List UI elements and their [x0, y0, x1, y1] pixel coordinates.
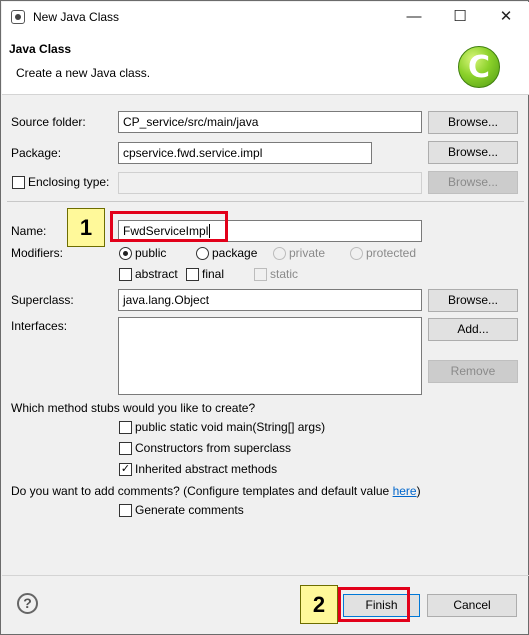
enclosing-type-checkbox[interactable] — [12, 176, 25, 189]
comments-question: Do you want to add comments? (Configure … — [11, 484, 421, 498]
modifier-protected-label: protected — [366, 246, 417, 260]
modifiers-label: Modifiers: — [11, 246, 64, 260]
superclass-input[interactable]: java.lang.Object — [118, 289, 422, 311]
step-1-badge: 1 — [67, 208, 105, 247]
modifier-private-label: private — [289, 246, 326, 260]
window-title: New Java Class — [33, 10, 120, 24]
method-stubs-question: Which method stubs would you like to cre… — [11, 401, 256, 415]
enclosing-type-label: Enclosing type: — [28, 175, 110, 189]
modifier-static-label: static — [270, 267, 299, 281]
stub-inherited-checkbox[interactable]: ✓ — [119, 463, 132, 476]
stub-constructors-checkbox[interactable] — [119, 442, 132, 455]
enclosing-type-browse-button: Browse... — [428, 171, 518, 194]
generate-comments-label: Generate comments — [135, 503, 244, 517]
interfaces-label: Interfaces: — [11, 319, 68, 333]
interfaces-list[interactable] — [118, 317, 422, 395]
superclass-browse-button[interactable]: Browse... — [428, 289, 518, 312]
comments-question-text: Do you want to add comments? (Configure … — [11, 484, 393, 498]
enclosing-type-input — [118, 172, 422, 194]
title-bar: New Java Class — ☐ ✕ — [2, 2, 529, 32]
footer-divider — [2, 575, 529, 576]
modifier-final-label: final — [202, 267, 225, 281]
modifier-package-label: package — [212, 246, 258, 260]
stub-main-label: public static void main(String[] args) — [135, 420, 326, 434]
separator — [7, 201, 524, 202]
java-class-icon: C — [458, 46, 500, 88]
stub-inherited-label: Inherited abstract methods — [135, 462, 278, 476]
close-button[interactable]: ✕ — [483, 2, 529, 32]
comments-question-end: ) — [416, 484, 421, 498]
modifier-public-radio[interactable] — [119, 247, 132, 260]
package-input[interactable]: cpservice.fwd.service.impl — [118, 142, 372, 164]
help-icon[interactable]: ? — [17, 593, 38, 614]
page-description: Create a new Java class. — [16, 66, 151, 80]
modifier-private-radio — [273, 247, 286, 260]
source-folder-input[interactable]: CP_service/src/main/java — [118, 111, 422, 133]
wizard-header: Java Class Create a new Java class. C — [2, 32, 529, 95]
name-highlight-box — [110, 211, 228, 242]
step-2-badge: 2 — [300, 585, 338, 624]
stub-main-checkbox[interactable] — [119, 421, 132, 434]
page-title: Java Class — [9, 42, 72, 56]
generate-comments-checkbox[interactable] — [119, 504, 132, 517]
modifier-package-radio[interactable] — [196, 247, 209, 260]
interfaces-add-button[interactable]: Add... — [428, 318, 518, 341]
package-browse-button[interactable]: Browse... — [428, 141, 518, 164]
cancel-button[interactable]: Cancel — [427, 594, 517, 617]
source-folder-browse-button[interactable]: Browse... — [428, 111, 518, 134]
modifier-static-checkbox — [254, 268, 267, 281]
minimize-button[interactable]: — — [391, 2, 437, 32]
modifier-public-label: public — [135, 246, 167, 260]
modifier-abstract-checkbox[interactable] — [119, 268, 132, 281]
modifier-protected-radio — [350, 247, 363, 260]
superclass-label: Superclass: — [11, 293, 74, 307]
interfaces-remove-button: Remove — [428, 360, 518, 383]
new-java-class-dialog: New Java Class — ☐ ✕ Java Class Create a… — [0, 0, 529, 635]
stub-constructors-label: Constructors from superclass — [135, 441, 292, 455]
configure-templates-link[interactable]: here — [393, 484, 417, 498]
finish-highlight-box — [338, 587, 410, 622]
name-label: Name: — [11, 224, 47, 238]
package-label: Package: — [11, 146, 62, 160]
modifier-final-checkbox[interactable] — [186, 268, 199, 281]
modifier-abstract-label: abstract — [135, 267, 178, 281]
maximize-button[interactable]: ☐ — [437, 2, 483, 32]
eclipse-app-icon — [11, 10, 25, 24]
source-folder-label: Source folder: — [11, 115, 86, 129]
